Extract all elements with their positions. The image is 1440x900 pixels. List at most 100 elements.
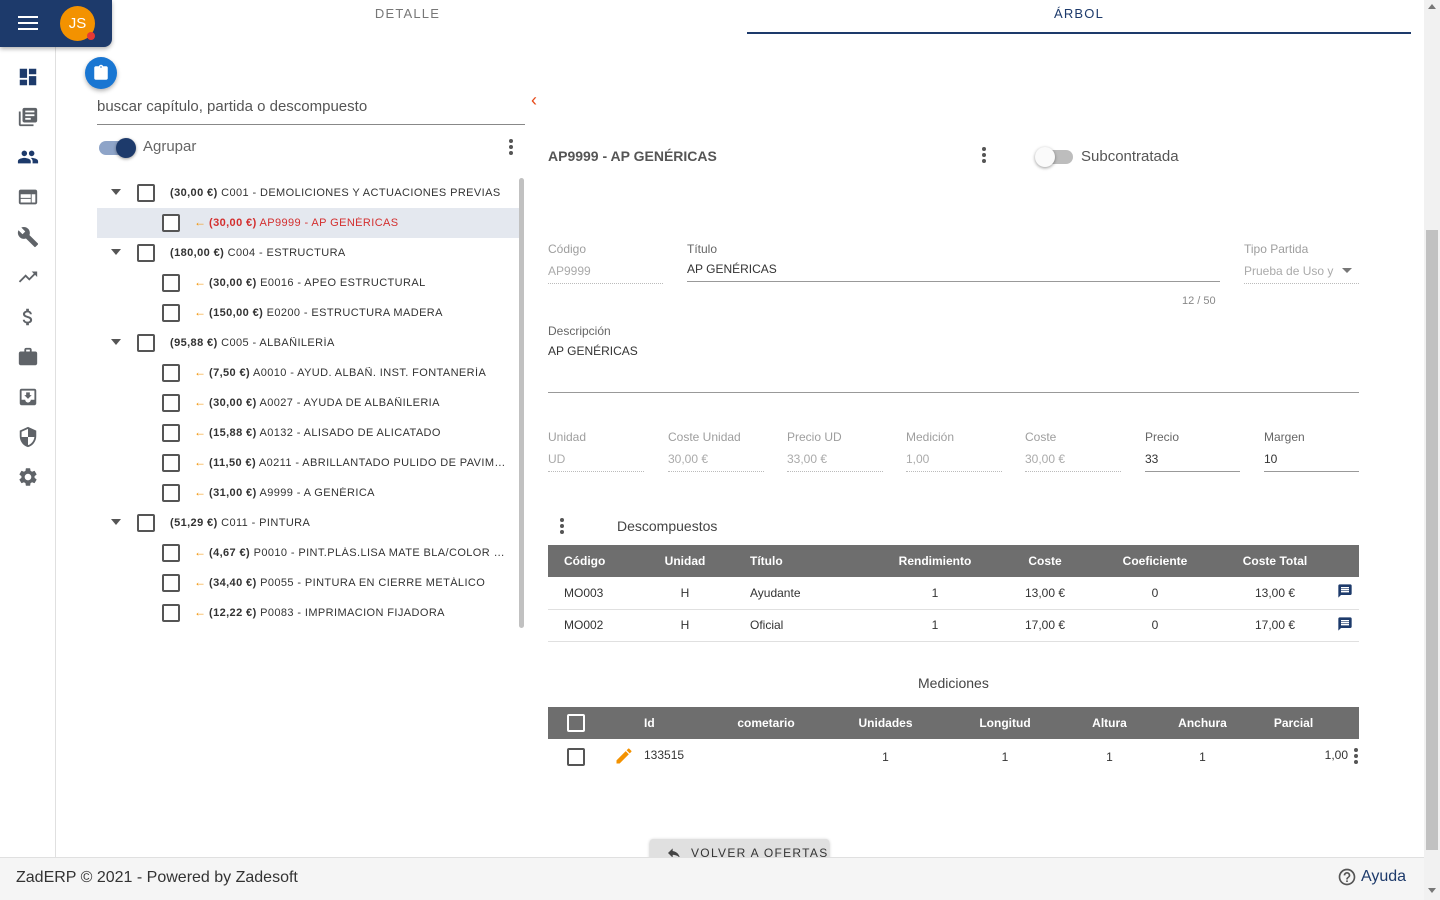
caret-down-icon[interactable] [111,249,121,255]
column-header[interactable]: Id [644,707,722,739]
tree-chapter-row[interactable]: (51,29 €) C011 - PINTURA [97,508,520,538]
help-link[interactable]: Ayuda [1337,867,1406,887]
clipboard-button[interactable] [85,57,117,89]
trending-up-icon[interactable] [17,266,39,288]
titulo-input[interactable]: AP GENÉRICAS [687,262,1220,282]
scroll-down-icon[interactable] [1428,888,1436,893]
tree-row-amount: (12,22 €) [209,607,257,619]
table-row[interactable]: MO003 H Ayudante 1 13,00 €0 13,00 € [548,577,1359,610]
wrench-icon[interactable] [17,226,39,248]
briefcase-icon[interactable] [17,346,39,368]
column-header[interactable]: Unidades [810,707,961,739]
tree-chapter-row[interactable]: (180,00 €) C004 - ESTRUCTURA [97,238,520,268]
tab-detalle[interactable]: DETALLE [68,0,747,34]
caret-down-icon[interactable] [111,339,121,345]
column-header[interactable]: Coeficiente [1090,545,1220,577]
tree-scrollbar[interactable] [519,178,524,628]
row-checkbox[interactable] [162,454,180,472]
column-header[interactable]: Código [548,545,620,577]
caret-down-icon[interactable] [111,189,121,195]
tree-item-row[interactable]: ← (12,22 €) P0083 - IMPRIMACION FIJADORA [97,598,520,628]
comment-icon[interactable] [1330,609,1359,642]
gear-icon[interactable] [17,466,39,488]
tab-arbol[interactable]: ÁRBOL [747,0,1411,34]
select-all-checkbox[interactable] [567,714,585,732]
row-checkbox[interactable] [162,574,180,592]
people-icon[interactable] [17,146,39,168]
column-header[interactable]: Coste [1000,545,1090,577]
menu-icon[interactable] [18,16,38,30]
tree-item-row[interactable]: ← (34,40 €) P0055 - PINTURA EN CIERRE MET… [97,568,520,598]
column-header[interactable]: cometario [722,707,810,739]
row-checkbox[interactable] [162,544,180,562]
row-checkbox[interactable] [162,394,180,412]
pencil-icon[interactable] [614,746,634,766]
dollar-icon[interactable] [17,306,39,328]
descripcion-field[interactable]: Descripción AP GENÉRICAS [548,324,1359,393]
table-row[interactable]: 133515 1 1 1 1 1,00 [548,739,1359,775]
page-scrollbar[interactable] [1424,0,1440,900]
column-header[interactable]: Altura [1049,707,1170,739]
chevron-down-icon[interactable] [1342,268,1352,273]
tree-item-row[interactable]: ← (150,00 €) E0200 - ESTRUCTURA MADERA [97,298,520,328]
column-header[interactable]: Longitud [961,707,1049,739]
agrupar-toggle[interactable] [99,138,136,158]
dashboard-icon[interactable] [17,66,39,88]
tree-item-row[interactable]: ← (11,50 €) A0211 - ABRILLANTADO PULIDO D… [97,448,520,478]
table-row[interactable]: MO002 H Oficial 1 17,00 €0 17,00 € [548,609,1359,642]
tipo-partida-field[interactable]: Tipo Partida Prueba de Uso y [1244,242,1359,284]
tree-item-row[interactable]: ← (31,00 €) A9999 - A GENÉRICA [97,478,520,508]
tree-item-row[interactable]: ← (7,50 €) A0010 - AYUD. ALBAÑ. INST. FON… [97,358,520,388]
row-more-icon[interactable] [1353,748,1359,766]
column-header[interactable]: Unidad [620,545,750,577]
comment-icon[interactable] [1330,577,1359,610]
row-checkbox[interactable] [137,184,155,202]
tree-chapter-row[interactable]: (30,00 €) C001 - DEMOLICIONES Y ACTUACIO… [97,178,520,208]
tree-item-row[interactable]: ← (30,00 €) A0027 - AYUDA DE ALBAÑILERIA [97,388,520,418]
row-checkbox[interactable] [567,748,585,766]
row-checkbox[interactable] [162,484,180,502]
column-header[interactable]: Coste Total [1220,545,1330,577]
row-checkbox[interactable] [162,364,180,382]
search-input[interactable]: buscar capítulo, partida o descompuesto [97,92,525,125]
row-checkbox[interactable] [162,274,180,292]
arrow-left-icon: ← [194,275,207,289]
tipo-partida-select[interactable]: Prueba de Uso y [1244,264,1359,284]
row-checkbox[interactable] [162,604,180,622]
row-checkbox[interactable] [162,304,180,322]
row-checkbox[interactable] [137,514,155,532]
caret-down-icon[interactable] [111,519,121,525]
column-header[interactable]: Título [750,545,870,577]
precio-input[interactable]: 33 [1145,452,1240,472]
row-checkbox[interactable] [137,334,155,352]
edit-column-header [604,707,644,739]
tree-chapter-row[interactable]: (95,88 €) C005 - ALBAÑILERÍA [97,328,520,358]
descompuestos-more-icon[interactable] [559,518,565,536]
column-header[interactable]: Parcial [1235,707,1352,739]
margen-input[interactable]: 10 [1264,452,1359,472]
shield-icon[interactable] [17,426,39,448]
partida-more-icon[interactable] [981,147,987,165]
tree-more-icon[interactable] [508,139,514,157]
row-checkbox[interactable] [162,424,180,442]
web-icon[interactable] [17,186,39,208]
library-icon[interactable] [17,106,39,128]
chevron-left-icon[interactable]: ‹ [531,90,545,110]
coste-unidad-label: Coste Unidad [668,430,741,444]
column-header[interactable]: Anchura [1170,707,1235,739]
tree-item-row[interactable]: ← (30,00 €) AP9999 - AP GENÉRICAS [97,208,520,238]
tree-item-row[interactable]: ← (4,67 €) P0010 - PINT.PLÁS.LISA MATE BL… [97,538,520,568]
row-checkbox[interactable] [137,244,155,262]
descripcion-textarea[interactable]: AP GENÉRICAS [548,344,1359,358]
tree-item-row[interactable]: ← (30,00 €) E0016 - APEO ESTRUCTURAL [97,268,520,298]
scroll-thumb[interactable] [1426,230,1438,850]
titulo-field[interactable]: Título AP GENÉRICAS [687,242,1220,282]
subcontratada-toggle[interactable] [1035,147,1073,167]
tree-item-row[interactable]: ← (15,88 €) A0132 - ALISADO DE ALICATADO [97,418,520,448]
row-checkbox[interactable] [162,214,180,232]
margen-field[interactable]: Margen 10 [1264,430,1359,472]
scroll-up-icon[interactable] [1428,4,1436,9]
precio-field[interactable]: Precio 33 [1145,430,1240,472]
archive-icon[interactable] [17,386,39,408]
column-header[interactable]: Rendimiento [870,545,1000,577]
